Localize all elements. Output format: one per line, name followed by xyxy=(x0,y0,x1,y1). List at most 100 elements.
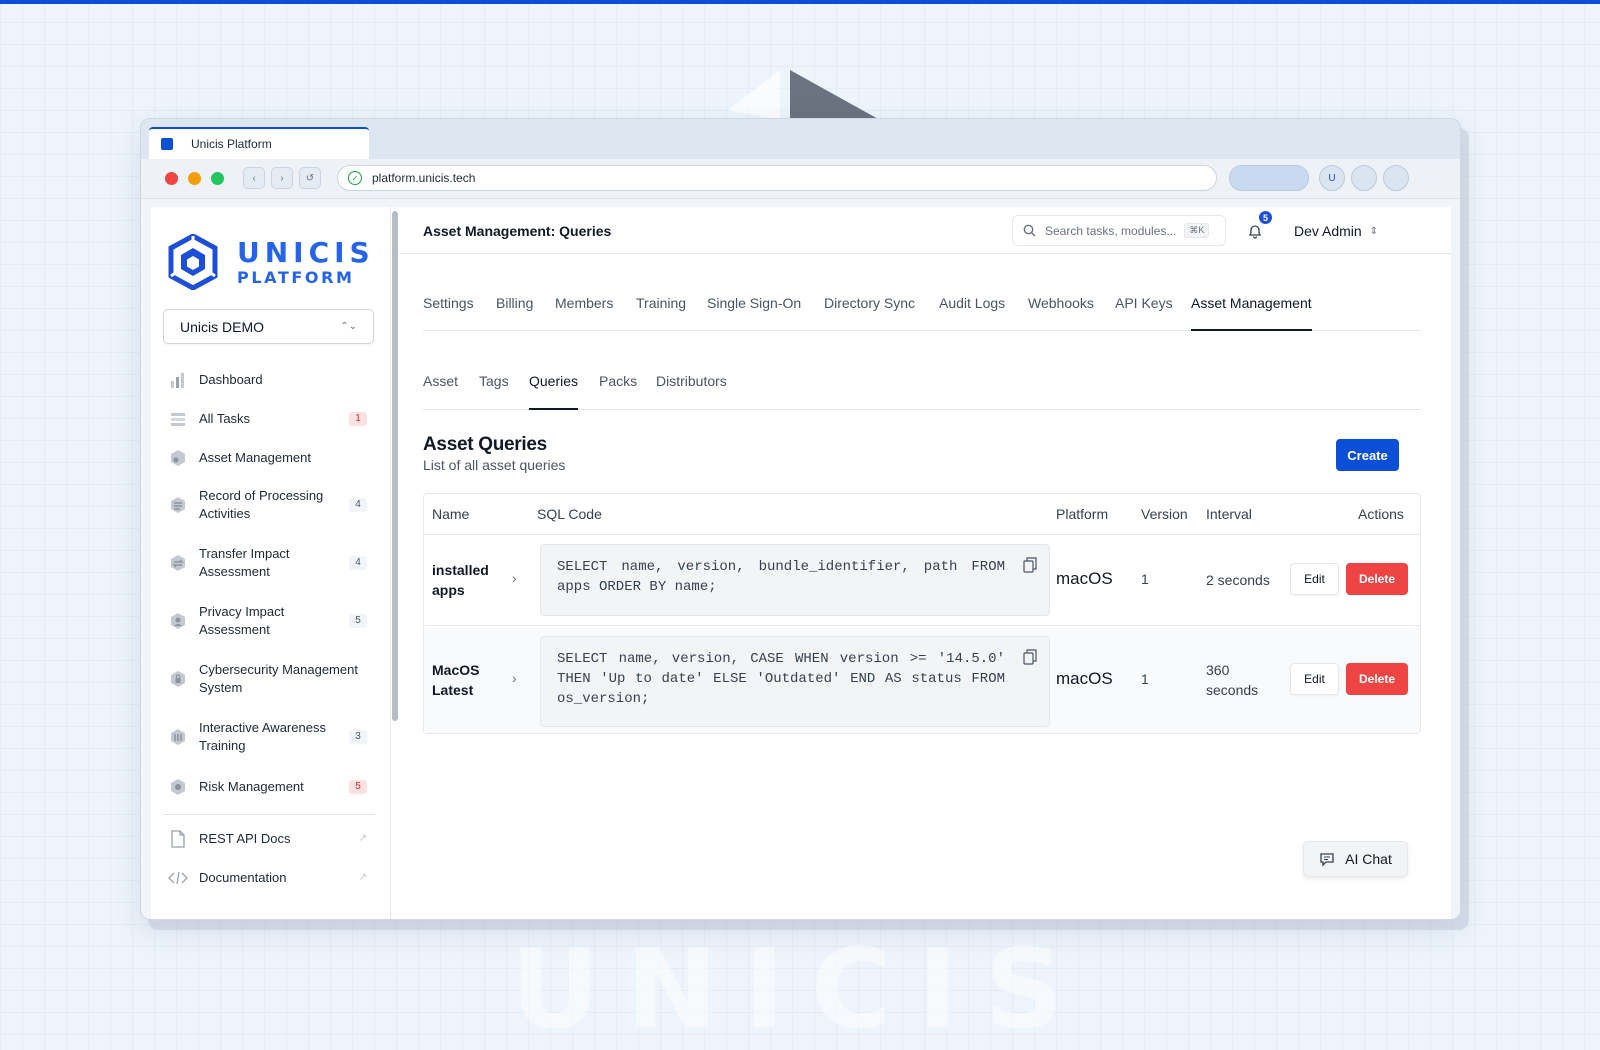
sidebar-link-documentation[interactable]: Documentation ↗ xyxy=(167,868,373,888)
sidebar-item-label: Privacy Impact Assessment xyxy=(199,604,285,637)
section-title: Asset Queries xyxy=(423,434,547,455)
table-row[interactable]: MacOS Latest › SELECT name, version, CAS… xyxy=(424,627,1420,733)
forward-button[interactable]: › xyxy=(271,167,293,189)
menu-button[interactable] xyxy=(1383,165,1409,191)
reload-button[interactable]: ↺ xyxy=(299,167,321,189)
browser-tab-title: Unicis Platform xyxy=(191,137,272,151)
sidebar-item-tia[interactable]: Transfer Impact Assessment 4 xyxy=(167,545,373,581)
platform-value: macOS xyxy=(1056,669,1113,688)
copy-icon[interactable] xyxy=(1023,649,1037,665)
version-value: 1 xyxy=(1141,571,1149,587)
subtab-distributors[interactable]: Distributors xyxy=(656,373,727,410)
code-icon xyxy=(167,868,189,888)
close-window-button[interactable] xyxy=(165,172,178,185)
tab-settings[interactable]: Settings xyxy=(423,295,474,331)
tab-members[interactable]: Members xyxy=(555,295,613,331)
sql-code-text: SELECT name, version, CASE WHEN version … xyxy=(557,651,1005,707)
chat-bubble-icon xyxy=(1320,852,1334,867)
delete-button[interactable]: Delete xyxy=(1346,663,1408,695)
edit-button[interactable]: Edit xyxy=(1290,663,1339,695)
settings-tabs: Settings Billing Members Training Single… xyxy=(423,283,1421,331)
chevron-right-icon[interactable]: › xyxy=(512,670,517,686)
app-viewport: UNICIS PLATFORM Unicis DEMO ⌃⌄ Dashboard… xyxy=(151,207,1451,919)
sidebar-item-label: Asset Management xyxy=(199,450,312,465)
copy-icon[interactable] xyxy=(1023,557,1037,573)
sidebar-item-label: Transfer Impact Assessment xyxy=(199,546,290,579)
address-bar[interactable]: ✓ platform.unicis.tech xyxy=(337,165,1217,191)
table-row[interactable]: installed apps › SELECT name, version, b… xyxy=(424,535,1420,626)
tab-asset-management[interactable]: Asset Management xyxy=(1191,295,1312,331)
external-link-icon: ↗ xyxy=(358,872,367,883)
tab-directory-sync[interactable]: Directory Sync xyxy=(824,295,915,331)
top-header: Asset Management: Queries Search tasks, … xyxy=(399,207,1451,254)
subtab-queries[interactable]: Queries xyxy=(529,373,579,410)
browser-tab[interactable]: Unicis Platform xyxy=(149,127,369,159)
logo-subtitle: PLATFORM xyxy=(237,267,355,287)
list-icon xyxy=(167,409,189,429)
subtab-packs[interactable]: Packs xyxy=(599,373,637,410)
sidebar-item-dashboard[interactable]: Dashboard xyxy=(167,370,373,390)
privacy-icon xyxy=(167,611,189,631)
column-header-name: Name xyxy=(432,506,470,522)
subtab-tags[interactable]: Tags xyxy=(479,373,509,410)
sidebar-item-training[interactable]: Interactive Awareness Training 3 xyxy=(167,719,373,755)
queries-table: Name SQL Code Platform Version Interval … xyxy=(423,493,1421,734)
browser-window: Unicis Platform ‹ › ↺ ✓ platform.unicis.… xyxy=(140,118,1461,920)
sidebar-item-label: Risk Management xyxy=(199,779,304,794)
tab-training[interactable]: Training xyxy=(636,295,686,331)
delete-button[interactable]: Delete xyxy=(1346,563,1408,595)
search-placeholder: Search tasks, modules... xyxy=(1045,223,1177,238)
logo-title: UNICIS xyxy=(237,235,375,269)
back-button[interactable]: ‹ xyxy=(243,167,265,189)
minimize-window-button[interactable] xyxy=(188,172,201,185)
tab-billing[interactable]: Billing xyxy=(496,295,533,331)
risk-icon xyxy=(167,777,189,797)
organization-select[interactable]: Unicis DEMO ⌃⌄ xyxy=(163,309,374,344)
extension-button[interactable] xyxy=(1351,165,1377,191)
query-name: MacOS Latest xyxy=(432,662,480,698)
maximize-window-button[interactable] xyxy=(211,172,224,185)
sidebar-item-risk-management[interactable]: Risk Management 5 xyxy=(167,777,373,797)
user-menu[interactable]: Dev Admin ⇕ xyxy=(1294,223,1378,239)
bell-icon[interactable] xyxy=(1247,223,1263,239)
notification-badge: 5 xyxy=(1257,209,1274,226)
background-watermark: UNICIS xyxy=(510,925,1090,1050)
count-badge: 4 xyxy=(349,498,367,512)
version-value: 1 xyxy=(1141,671,1149,687)
sidebar-item-ropa[interactable]: Record of Processing Activities 4 xyxy=(167,487,373,523)
unicis-logo[interactable]: UNICIS PLATFORM xyxy=(167,233,387,291)
sidebar-item-label: Dashboard xyxy=(199,372,263,387)
search-icon xyxy=(1023,224,1036,237)
create-button[interactable]: Create xyxy=(1336,439,1399,471)
search-input[interactable]: Search tasks, modules... ⌘K xyxy=(1012,215,1226,246)
table-header: Name SQL Code Platform Version Interval … xyxy=(424,494,1420,535)
sidebar-item-cms[interactable]: Cybersecurity Management System xyxy=(167,661,373,697)
toolbar-pill-button[interactable] xyxy=(1229,165,1309,191)
tab-webhooks[interactable]: Webhooks xyxy=(1028,295,1094,331)
subtab-asset[interactable]: Asset xyxy=(423,373,458,410)
external-link-icon: ↗ xyxy=(358,833,367,844)
unicis-cube-icon xyxy=(168,234,218,290)
tab-audit-logs[interactable]: Audit Logs xyxy=(939,295,1005,331)
interval-value: 2 seconds xyxy=(1206,572,1270,588)
sidebar-item-all-tasks[interactable]: All Tasks 1 xyxy=(167,409,373,429)
edit-button[interactable]: Edit xyxy=(1290,563,1339,595)
ai-chat-button[interactable]: AI Chat xyxy=(1303,841,1408,877)
chevron-right-icon[interactable]: › xyxy=(512,570,517,586)
asset-icon xyxy=(167,448,189,468)
tab-single-sign-on[interactable]: Single Sign-On xyxy=(707,295,801,331)
chevron-up-down-icon: ⌃⌄ xyxy=(340,321,357,332)
sidebar-link-rest-api-docs[interactable]: REST API Docs ↗ xyxy=(167,829,373,849)
sidebar-scrollbar[interactable] xyxy=(392,211,398,721)
bar-chart-icon xyxy=(167,370,189,390)
profile-avatar[interactable]: U xyxy=(1319,165,1345,191)
sidebar-item-pia[interactable]: Privacy Impact Assessment 5 xyxy=(167,603,373,639)
secure-check-icon: ✓ xyxy=(348,171,362,185)
column-header-platform: Platform xyxy=(1056,506,1109,522)
main-content: Asset Management: Queries Search tasks, … xyxy=(399,207,1451,919)
sidebar-item-label: Cybersecurity Management System xyxy=(199,662,358,695)
task-count-badge: 1 xyxy=(349,412,367,426)
tab-api-keys[interactable]: API Keys xyxy=(1115,295,1173,331)
sidebar-item-asset-management[interactable]: Asset Management xyxy=(167,448,373,468)
url-text: platform.unicis.tech xyxy=(372,171,476,185)
